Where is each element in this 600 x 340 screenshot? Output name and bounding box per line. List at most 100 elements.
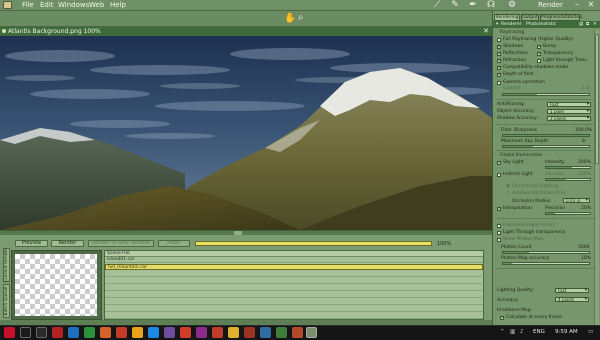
app-icon[interactable] [244,327,255,338]
subtab-photorealistic[interactable]: Photorealistic [526,21,556,28]
notifications-icon[interactable]: ▭ [588,329,593,335]
app-icon[interactable] [180,327,191,338]
menu-web[interactable]: Web [89,1,104,9]
network-icon[interactable]: ▥ [510,329,515,335]
render-button[interactable]: Render [51,240,84,247]
menu-windows[interactable]: Windows [58,1,89,9]
panel-menu-icon[interactable]: ▤ [579,21,583,28]
app-icon[interactable] [228,327,239,338]
app-icon[interactable] [212,327,223,338]
shadow-accuracy-select[interactable]: 2 pixels [547,116,591,121]
app-icon[interactable] [52,327,63,338]
settings-scrollbar[interactable] [594,30,599,325]
gi-accuracy-select[interactable]: 4 pixels [555,297,589,302]
refraction-checkbox[interactable] [497,58,502,64]
app-icon[interactable] [292,327,303,338]
app-icon[interactable] [164,327,175,338]
pen-icon[interactable]: ✒ [466,0,480,11]
occlusion-radius-field[interactable]: 0.03 in [563,198,590,203]
gear-icon[interactable]: ⚙ [505,0,519,11]
app-icon[interactable] [196,327,207,338]
sky-intensity-slider[interactable] [545,166,591,169]
app-icon[interactable] [260,327,271,338]
tab-progress-statistics[interactable]: Progress/Statistics [540,14,582,21]
app-icon[interactable] [148,327,159,338]
light-through-trans-checkbox[interactable] [537,59,541,63]
filter-sharpness-slider[interactable] [502,134,590,137]
light-through-transparency-checkbox[interactable] [497,231,501,235]
render-new-window-button[interactable]: Render to New Window [88,240,154,247]
bump-checkbox[interactable] [537,44,542,50]
gamma-slider[interactable] [502,93,590,96]
app-icon[interactable] [84,327,95,338]
depth-of-field-label: Depth of field [503,72,534,77]
figure-icon[interactable]: ☊ [484,0,498,11]
zoom-icon[interactable]: ⌕ [298,12,304,23]
start-icon[interactable] [4,327,15,338]
antialiasing-select[interactable]: Fast [547,102,591,107]
list-item-empty [105,285,483,291]
app-icon[interactable] [100,327,111,338]
language-indicator[interactable]: ENG [533,329,545,335]
tab-output[interactable]: Output [521,14,539,21]
app-icon[interactable] [276,327,287,338]
menu-help[interactable]: Help [110,1,126,9]
feather-icon[interactable]: ⟋ [430,0,444,11]
search-icon[interactable] [20,327,31,338]
full-raytracing-checkbox[interactable] [497,38,501,42]
menu-render[interactable]: Render [538,1,563,9]
tab-current-render[interactable]: Current Render [3,248,10,282]
lighting-quality-select[interactable]: Fast [555,288,589,293]
task-view-icon[interactable] [36,327,47,338]
list-item[interactable]: island01.car [105,257,483,263]
sky-light-checkbox[interactable] [497,160,502,166]
abort-button[interactable]: Abort [158,240,190,247]
interpolation-checkbox[interactable] [497,206,502,212]
max-ray-depth-slider[interactable] [502,145,590,148]
app-icon[interactable] [3,1,12,9]
shadows-checkbox[interactable] [497,44,502,50]
list-item-selected[interactable]: full_mountain.car [105,264,483,270]
calc-every-frame-checkbox[interactable] [500,315,505,321]
poser-app-icon[interactable] [306,327,317,338]
minimize-icon[interactable]: – [572,0,582,10]
menu-edit[interactable]: Edit [40,1,54,9]
precision-slider[interactable] [545,212,591,215]
menu-file[interactable]: File [22,1,34,9]
ambient-occlusion-radio[interactable]: ○ [506,191,510,196]
app-icon[interactable] [132,327,143,338]
transparency-checkbox[interactable] [537,51,542,57]
app-icon[interactable] [116,327,127,338]
photon-map-accuracy-slider[interactable] [502,262,590,265]
show-photon-map-checkbox[interactable] [497,238,501,242]
panel-float-icon[interactable]: ⧉ [586,21,589,28]
object-accuracy-select[interactable]: 1 pixel [547,109,591,114]
close-icon[interactable]: ✕ [593,21,597,28]
photon-count-slider[interactable] [502,251,590,254]
compat-shadows-checkbox[interactable] [497,65,502,71]
improved-edges-checkbox[interactable] [497,224,501,228]
document-titlebar[interactable]: Atlantis Background.png 100% ✕ [0,27,492,36]
close-icon[interactable]: ✕ [586,0,596,10]
tray-icon[interactable]: ⌃ [500,329,505,335]
render-canvas[interactable] [0,36,492,230]
app-icon[interactable] [68,327,79,338]
preview-button[interactable]: Preview [15,240,48,247]
subtab-renderer[interactable]: Renderer [501,21,522,28]
tab-rendering[interactable]: Rendering [494,14,520,21]
gamma-correction-checkbox[interactable] [497,81,501,85]
close-icon[interactable]: ✕ [483,27,489,36]
brush-icon[interactable]: ✎ [448,0,462,11]
indirect-intensity-slider[interactable] [545,178,591,181]
chevron-down-icon[interactable]: ▾ [496,21,498,28]
depth-of-field-checkbox[interactable] [497,72,502,78]
hand-icon[interactable]: ✋ [284,13,296,24]
full-indirect-radio[interactable]: ◉ [506,184,510,189]
divider [496,150,596,151]
clock[interactable]: 9:59 AM [555,329,578,335]
indirect-light-checkbox[interactable] [497,173,501,177]
volume-icon[interactable]: ♪ [520,329,524,335]
tab-batch-queue[interactable]: Batch Queue [3,284,10,318]
interpolation-label: Interpolation: [503,206,534,211]
reflections-checkbox[interactable] [497,51,502,57]
